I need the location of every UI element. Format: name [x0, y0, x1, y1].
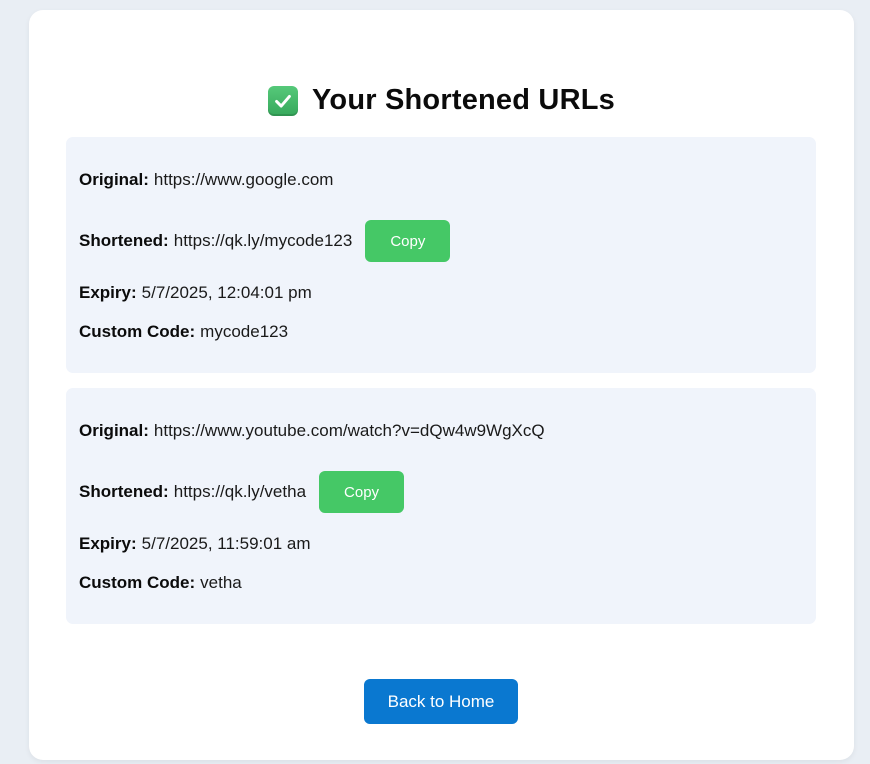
url-item: Original: https://www.google.com Shorten…	[66, 137, 816, 373]
copy-button[interactable]: Copy	[319, 471, 405, 513]
custom-code-value: mycode123	[200, 322, 289, 341]
check-mark-icon	[268, 85, 299, 116]
original-url: https://www.google.com	[153, 170, 334, 189]
expiry-row: Expiry: 5/7/2025, 12:04:01 pm	[79, 283, 312, 303]
expiry-value: 5/7/2025, 12:04:01 pm	[141, 283, 312, 302]
original-url: https://www.youtube.com/watch?v=dQw4w9Wg…	[153, 421, 545, 440]
page-header: Your Shortened URLs	[29, 84, 854, 117]
shortened-label: Shortened:	[79, 482, 169, 501]
shortened-label: Shortened:	[79, 231, 169, 250]
original-row: Original: https://www.google.com	[79, 170, 333, 190]
results-card: Your Shortened URLs Original: https://ww…	[29, 10, 854, 760]
original-label: Original:	[79, 170, 149, 189]
custom-code-row: Custom Code: vetha	[79, 573, 242, 593]
shortened-row: Shortened: https://qk.ly/mycode123 Copy	[79, 220, 451, 262]
back-to-home-button[interactable]: Back to Home	[364, 679, 518, 724]
custom-code-value: vetha	[200, 573, 242, 592]
shortened-url[interactable]: https://qk.ly/vetha	[174, 482, 306, 502]
page-title: Your Shortened URLs	[312, 84, 615, 116]
shortened-url[interactable]: https://qk.ly/mycode123	[174, 231, 353, 251]
custom-code-label: Custom Code:	[79, 322, 196, 341]
copy-button[interactable]: Copy	[365, 220, 451, 262]
custom-code-row: Custom Code: mycode123	[79, 322, 288, 342]
original-label: Original:	[79, 421, 149, 440]
custom-code-label: Custom Code:	[79, 573, 196, 592]
expiry-value: 5/7/2025, 11:59:01 am	[141, 534, 311, 553]
expiry-label: Expiry:	[79, 283, 137, 302]
url-item: Original: https://www.youtube.com/watch?…	[66, 388, 816, 624]
expiry-label: Expiry:	[79, 534, 137, 553]
expiry-row: Expiry: 5/7/2025, 11:59:01 am	[79, 534, 311, 554]
shortened-row: Shortened: https://qk.ly/vetha Copy	[79, 471, 405, 513]
original-row: Original: https://www.youtube.com/watch?…	[79, 421, 545, 441]
